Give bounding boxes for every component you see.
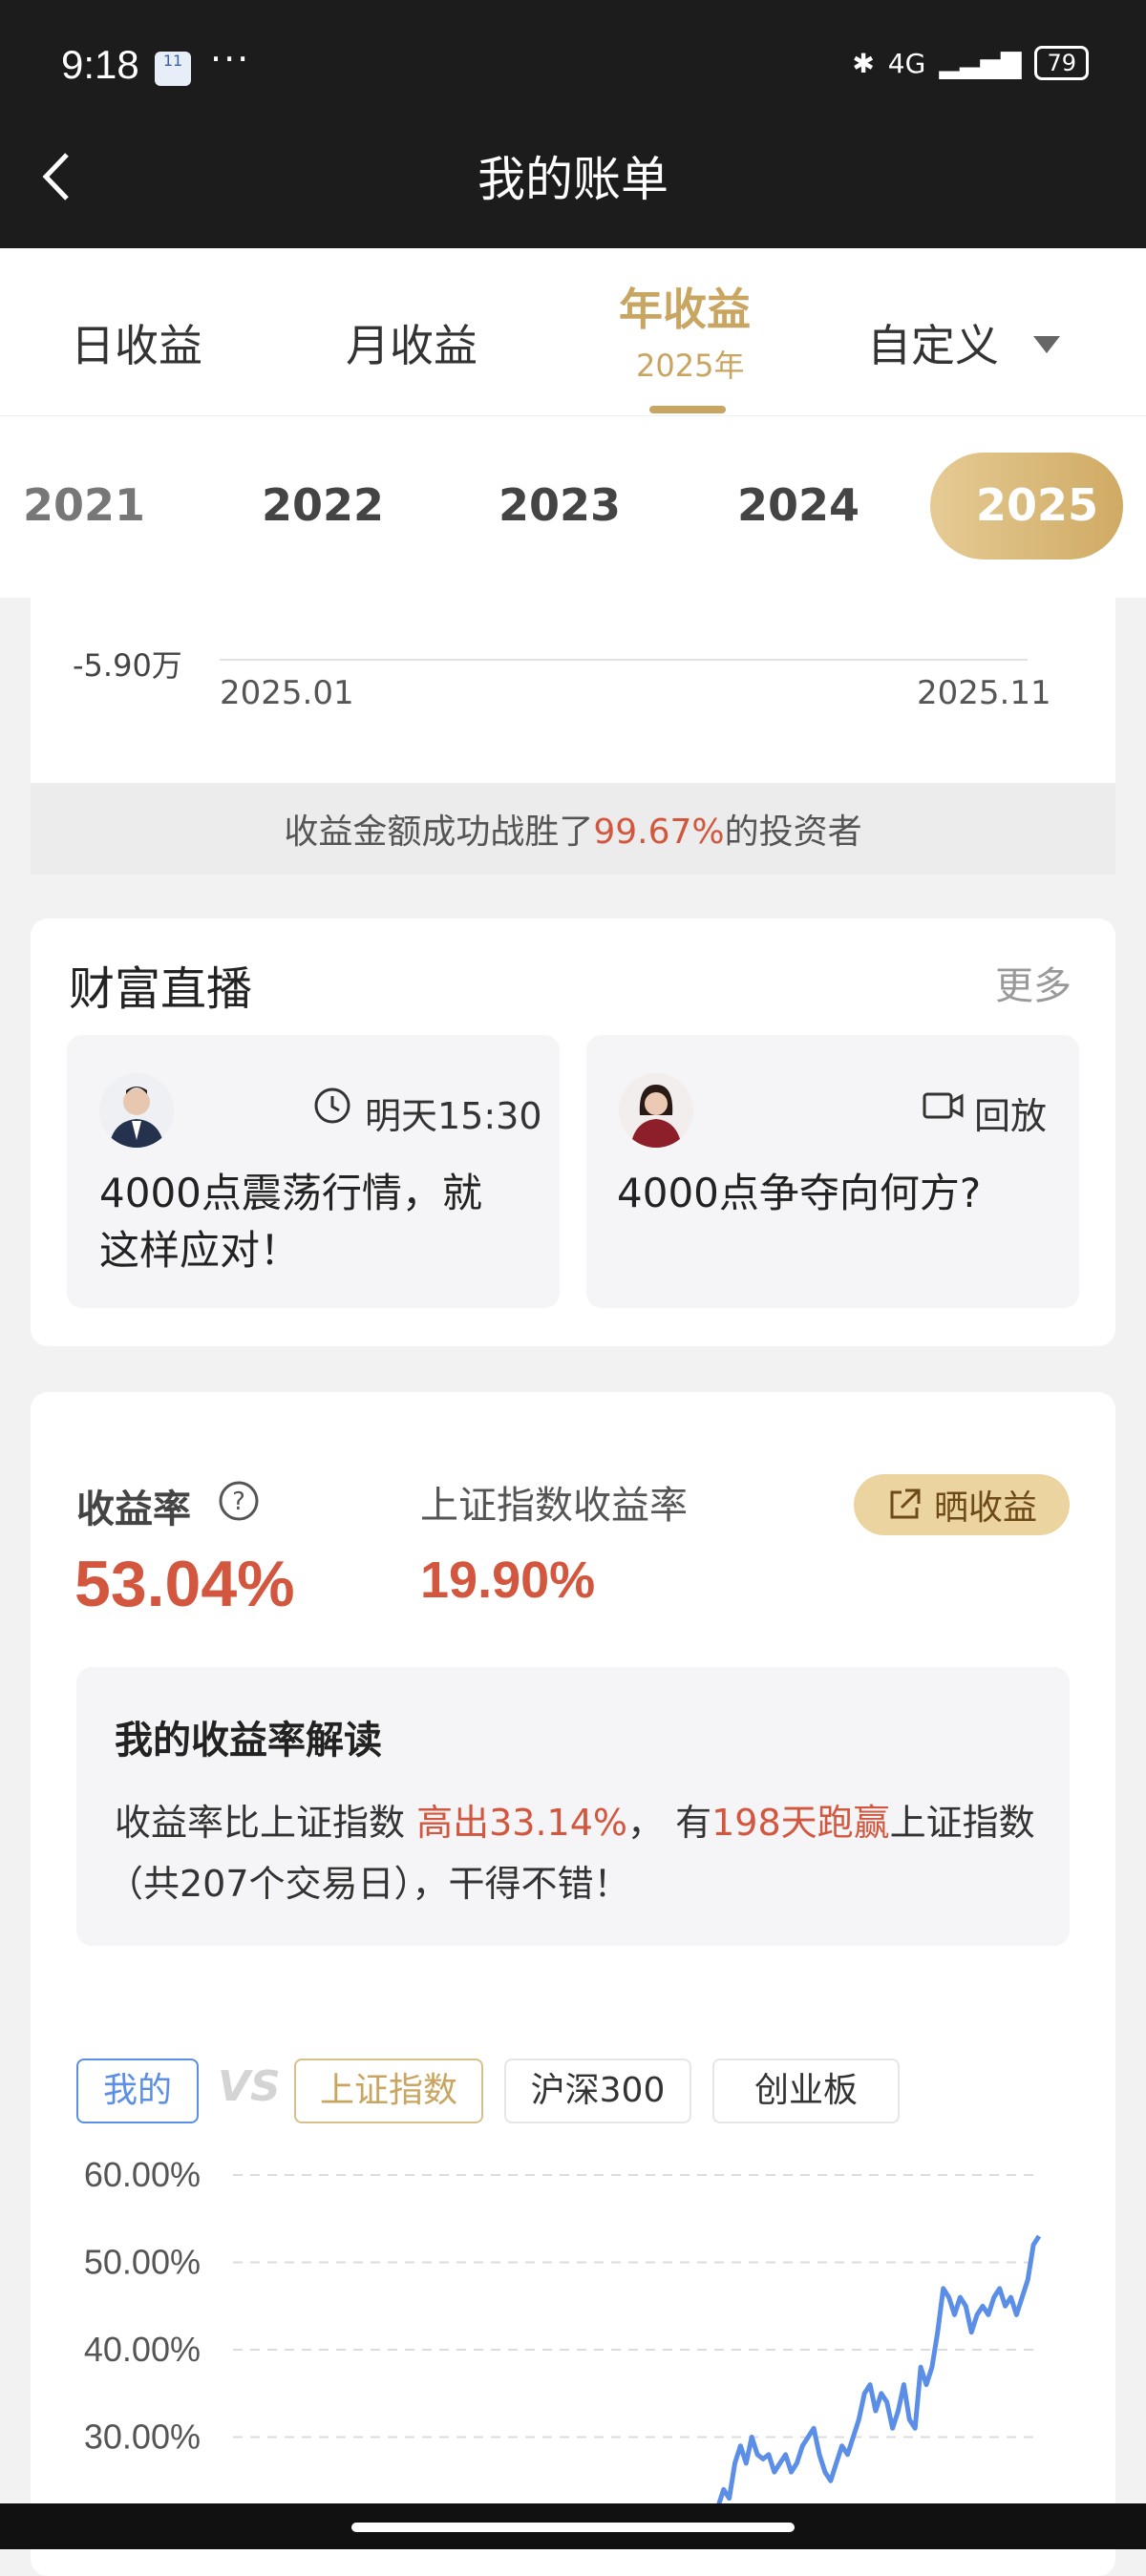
compare-sse-button[interactable]: 上证指数 xyxy=(294,2059,483,2123)
network-label: 4G xyxy=(887,47,926,79)
share-label: 晒收益 xyxy=(933,1489,1037,1528)
svg-text:?: ? xyxy=(232,1488,245,1516)
dropdown-triangle-icon[interactable] xyxy=(1033,336,1060,353)
ratio-value: 53.04% xyxy=(74,1548,295,1620)
chart-x-end: 2025.11 xyxy=(917,674,1051,712)
beat-text: 收益金额成功战胜了99.67%的投资者 xyxy=(0,804,1146,854)
chart-baseline xyxy=(220,659,1028,661)
chart-y-label: -5.90万 xyxy=(73,647,182,684)
clock-icon xyxy=(313,1087,351,1129)
interp-text: 上证指数 xyxy=(889,1802,1035,1844)
interp-line-1: 收益率比上证指数 高出33.14%， 有198天跑赢上证指数 xyxy=(115,1793,1035,1846)
live-item-1-text: 4000点震荡行情，就这样应对！ xyxy=(99,1170,482,1274)
interp-line-2: （共207个交易日），干得不错！ xyxy=(107,1863,630,1905)
avatar xyxy=(619,1073,693,1148)
live-item-2-time: 回放 xyxy=(974,1095,1048,1137)
battery-icon: 79 xyxy=(1034,46,1089,80)
tab-yearly-sub: 2025年 xyxy=(636,348,745,384)
index-ratio-label: 上证指数收益率 xyxy=(420,1484,688,1528)
compare-chinext-button[interactable]: 创业板 xyxy=(712,2059,900,2123)
live-item-1-time: 明天15:30 xyxy=(365,1095,542,1137)
interp-title: 我的收益率解读 xyxy=(115,1719,382,1763)
interp-text: 收益率比上证指数 xyxy=(115,1802,417,1844)
more-notifications-icon: ··· xyxy=(210,38,251,80)
interp-highlight: 198天跑赢 xyxy=(711,1802,890,1844)
year-2024[interactable]: 2024 xyxy=(737,479,860,531)
year-2025[interactable]: 2025 xyxy=(976,479,1098,531)
system-icons: ✱ 4G ▂▃▅▇ 79 xyxy=(852,46,1089,80)
tab-custom[interactable]: 自定义 xyxy=(867,311,999,374)
avatar xyxy=(99,1073,174,1148)
page-title: 我的账单 xyxy=(478,152,668,207)
period-tabs: 日收益 月收益 年收益 2025年 自定义 xyxy=(0,248,1146,416)
tab-indicator xyxy=(649,406,726,413)
interp-highlight: 高出33.14% xyxy=(416,1802,627,1844)
help-icon[interactable]: ? xyxy=(218,1480,260,1526)
live-more-link[interactable]: 更多 xyxy=(995,955,1072,1010)
y-tick-label: 50.00% xyxy=(84,2243,201,2282)
year-2023[interactable]: 2023 xyxy=(499,479,621,531)
index-ratio-value: 19.90% xyxy=(420,1552,596,1609)
status-time: 9:18 xyxy=(61,42,139,87)
y-tick-label: 30.00% xyxy=(84,2418,201,2457)
compare-csi300-button[interactable]: 沪深300 xyxy=(504,2059,691,2123)
beat-suffix: 的投资者 xyxy=(724,813,862,852)
bluetooth-icon: ✱ xyxy=(852,47,875,79)
share-earnings-button[interactable]: 晒收益 xyxy=(854,1474,1070,1535)
top-bar: 9:18 11 ··· ✱ 4G ▂▃▅▇ 79 我的账单 xyxy=(0,0,1146,248)
home-indicator[interactable] xyxy=(351,2523,795,2532)
ratio-line-chart: 60.00% 50.00% 40.00% 30.00% xyxy=(84,2155,1042,2503)
live-item-2-text: 4000点争夺向何方? xyxy=(617,1170,982,1216)
share-icon xyxy=(890,1489,921,1519)
signal-icon: ▂▃▅▇ xyxy=(939,47,1022,79)
series-line-mine xyxy=(716,2234,1042,2503)
tab-daily[interactable]: 日收益 xyxy=(71,311,202,374)
ratio-label: 收益率 xyxy=(76,1488,191,1531)
y-tick-label: 40.00% xyxy=(84,2330,201,2369)
beat-prefix: 收益金额成功战胜了 xyxy=(284,813,594,852)
interp-text: ， 有 xyxy=(627,1802,712,1844)
y-tick-label: 60.00% xyxy=(84,2155,201,2194)
live-title: 财富直播 xyxy=(69,962,253,1016)
calendar-icon: 11 xyxy=(155,52,191,86)
tab-yearly[interactable]: 年收益 xyxy=(619,275,751,338)
video-icon xyxy=(923,1088,965,1127)
tab-monthly[interactable]: 月收益 xyxy=(346,311,478,374)
beat-value: 99.67% xyxy=(593,813,725,852)
year-2022[interactable]: 2022 xyxy=(262,479,384,531)
vs-label: VS xyxy=(218,2062,281,2111)
chart-x-start: 2025.01 xyxy=(220,674,354,712)
year-2021[interactable]: 2021 xyxy=(23,479,145,531)
compare-mine-button[interactable]: 我的 xyxy=(76,2059,199,2123)
